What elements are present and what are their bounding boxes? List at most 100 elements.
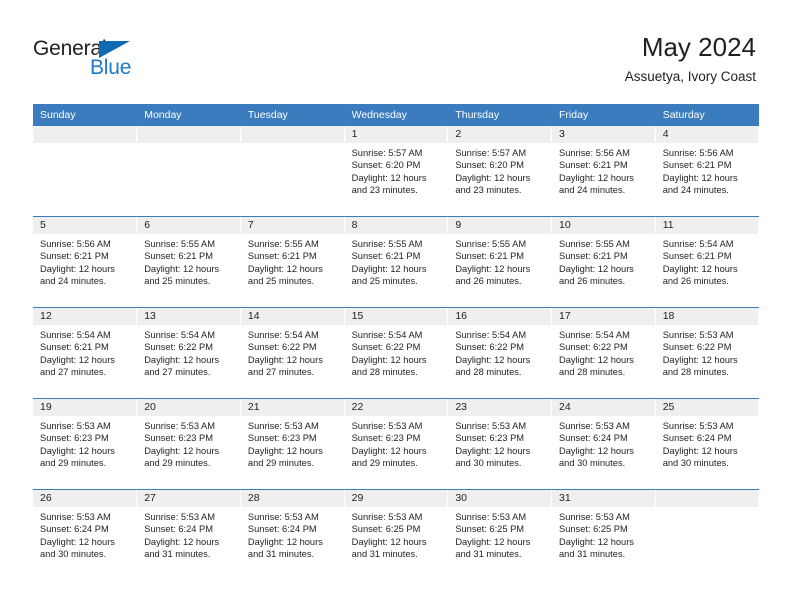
page-subtitle: Assuetya, Ivory Coast: [624, 69, 756, 84]
day-detail-line: Sunset: 6:21 PM: [247, 251, 317, 262]
day-number: 13: [137, 308, 240, 325]
calendar-day-cell-empty: [136, 126, 241, 217]
calendar-day-cell[interactable]: 30 Sunrise: 5:53 AM Sunset: 6:25 PM Dayligh…: [447, 489, 553, 580]
day-detail-line: Sunrise: 5:53 AM: [247, 421, 319, 431]
day-detail-line: Sunset: 6:24 PM: [662, 433, 732, 444]
day-detail-line: Sunrise: 5:53 AM: [40, 512, 111, 522]
weekday-header-saturday: Saturday: [655, 104, 760, 126]
calendar-day-cell[interactable]: 7 Sunrise: 5:55 AM Sunset: 6:21 PM Daylight…: [240, 216, 345, 308]
calendar-day-cell[interactable]: 6 Sunrise: 5:55 AM Sunset: 6:21 PM Daylight…: [136, 216, 241, 308]
day-detail-line: Sunrise: 5:53 AM: [455, 512, 527, 522]
calendar-day-cell[interactable]: 16 Sunrise: 5:54 AM Sunset: 6:22 PM Dayligh…: [447, 307, 553, 399]
day-detail-line: Daylight: 12 hours: [144, 536, 220, 547]
day-number: 22: [344, 399, 448, 416]
day-details: Sunrise: 5:53 AM Sunset: 6:25 PM Daylight:…: [552, 507, 655, 561]
calendar-header-row: Sunday Monday Tuesday Wednesday Thursday Frid…: [33, 104, 760, 126]
day-detail-line: Sunrise: 5:57 AM: [351, 148, 423, 158]
calendar-day-cell[interactable]: 13 Sunrise: 5:54 AM Sunset: 6:22 PM Dayligh…: [136, 307, 241, 399]
calendar-day-cell[interactable]: 8 Sunrise: 5:55 AM Sunset: 6:21 PM Daylight…: [344, 216, 449, 308]
calendar-day-cell[interactable]: 29 Sunrise: 5:53 AM Sunset: 6:25 PM Dayligh…: [344, 489, 449, 580]
day-detail-line: and 27 minutes.: [40, 367, 107, 378]
calendar-day-cell[interactable]: 21 Sunrise: 5:53 AM Sunset: 6:23 PM Dayligh…: [240, 398, 345, 490]
day-detail-line: and 27 minutes.: [144, 367, 211, 378]
day-number: [655, 490, 759, 507]
day-detail-line: Daylight: 12 hours: [662, 354, 738, 365]
weekday-header-monday: Monday: [136, 104, 241, 126]
day-detail-line: and 29 minutes.: [351, 458, 418, 469]
calendar-week-row: 12 Sunrise: 5:54 AM Sunset: 6:21 PM Dayligh…: [33, 307, 760, 399]
calendar-day-cell[interactable]: 12 Sunrise: 5:54 AM Sunset: 6:21 PM Dayligh…: [33, 307, 138, 399]
general-blue-logo[interactable]: General Blue: [33, 38, 233, 86]
day-number: 21: [240, 399, 344, 416]
day-number: 17: [552, 308, 655, 325]
day-details: Sunrise: 5:55 AM Sunset: 6:21 PM Daylight:…: [241, 234, 344, 288]
calendar-day-cell[interactable]: 23 Sunrise: 5:53 AM Sunset: 6:23 PM Dayligh…: [447, 398, 553, 490]
day-detail-line: Daylight: 12 hours: [455, 445, 531, 456]
day-number: 1: [344, 126, 448, 143]
calendar-day-cell[interactable]: 11 Sunrise: 5:54 AM Sunset: 6:21 PM Dayligh…: [655, 216, 760, 308]
calendar-day-cell[interactable]: 4 Sunrise: 5:56 AM Sunset: 6:21 PM Daylight…: [655, 126, 760, 217]
day-details: Sunrise: 5:54 AM Sunset: 6:22 PM Daylight:…: [345, 325, 448, 379]
calendar-day-cell[interactable]: 14 Sunrise: 5:54 AM Sunset: 6:22 PM Dayligh…: [240, 307, 345, 399]
day-details: Sunrise: 5:54 AM Sunset: 6:22 PM Daylight:…: [448, 325, 551, 379]
day-detail-line: and 26 minutes.: [455, 276, 522, 287]
day-detail-line: and 24 minutes.: [40, 276, 107, 287]
day-detail-line: Sunset: 6:24 PM: [559, 433, 628, 444]
calendar-day-cell[interactable]: 15 Sunrise: 5:54 AM Sunset: 6:22 PM Dayligh…: [344, 307, 449, 399]
calendar-day-cell[interactable]: 26 Sunrise: 5:53 AM Sunset: 6:24 PM Dayligh…: [33, 489, 138, 580]
day-details: [656, 507, 759, 511]
day-detail-line: Daylight: 12 hours: [662, 263, 738, 274]
day-number: 6: [137, 217, 240, 234]
day-detail-line: and 31 minutes.: [144, 549, 211, 560]
calendar-day-cell[interactable]: 17 Sunrise: 5:54 AM Sunset: 6:22 PM Dayligh…: [551, 307, 656, 399]
calendar-week-row: 19 Sunrise: 5:53 AM Sunset: 6:23 PM Dayligh…: [33, 398, 760, 490]
calendar-day-cell[interactable]: 24 Sunrise: 5:53 AM Sunset: 6:24 PM Dayligh…: [551, 398, 656, 490]
day-detail-line: Sunset: 6:21 PM: [559, 160, 628, 171]
day-details: Sunrise: 5:55 AM Sunset: 6:21 PM Daylight:…: [552, 234, 655, 288]
day-details: Sunrise: 5:54 AM Sunset: 6:22 PM Daylight:…: [137, 325, 240, 379]
calendar-day-cell[interactable]: 22 Sunrise: 5:53 AM Sunset: 6:23 PM Dayligh…: [344, 398, 449, 490]
calendar-day-cell[interactable]: 9 Sunrise: 5:55 AM Sunset: 6:21 PM Daylight…: [447, 216, 553, 308]
day-detail-line: and 31 minutes.: [247, 549, 315, 560]
day-number: [33, 126, 137, 143]
day-detail-line: and 31 minutes.: [455, 549, 522, 560]
day-detail-line: Sunset: 6:25 PM: [455, 524, 525, 535]
calendar-day-cell[interactable]: 20 Sunrise: 5:53 AM Sunset: 6:23 PM Dayligh…: [136, 398, 241, 490]
calendar-day-cell[interactable]: 25 Sunrise: 5:53 AM Sunset: 6:24 PM Dayligh…: [655, 398, 760, 490]
calendar-day-cell[interactable]: 10 Sunrise: 5:55 AM Sunset: 6:21 PM Dayligh…: [551, 216, 656, 308]
day-detail-line: Daylight: 12 hours: [144, 263, 220, 274]
calendar-day-cell[interactable]: 28 Sunrise: 5:53 AM Sunset: 6:24 PM Dayligh…: [240, 489, 345, 580]
calendar-day-cell[interactable]: 31 Sunrise: 5:53 AM Sunset: 6:25 PM Dayligh…: [551, 489, 656, 580]
calendar-day-cell[interactable]: 2 Sunrise: 5:57 AM Sunset: 6:20 PM Daylight…: [447, 126, 553, 217]
day-detail-line: Daylight: 12 hours: [40, 445, 115, 456]
calendar-day-cell[interactable]: 19 Sunrise: 5:53 AM Sunset: 6:23 PM Dayligh…: [33, 398, 138, 490]
day-detail-line: Sunrise: 5:54 AM: [662, 239, 734, 249]
day-details: Sunrise: 5:54 AM Sunset: 6:22 PM Daylight:…: [552, 325, 655, 379]
calendar-day-cell[interactable]: 27 Sunrise: 5:53 AM Sunset: 6:24 PM Dayligh…: [136, 489, 241, 580]
day-details: Sunrise: 5:53 AM Sunset: 6:25 PM Daylight:…: [345, 507, 448, 561]
day-number: 9: [448, 217, 552, 234]
day-detail-line: Daylight: 12 hours: [351, 354, 427, 365]
day-detail-line: Sunrise: 5:53 AM: [559, 512, 630, 522]
day-detail-line: Sunrise: 5:56 AM: [662, 148, 734, 158]
day-detail-line: and 29 minutes.: [40, 458, 107, 469]
day-detail-line: Daylight: 12 hours: [662, 172, 738, 183]
calendar-day-cell[interactable]: 18 Sunrise: 5:53 AM Sunset: 6:22 PM Dayligh…: [655, 307, 760, 399]
day-detail-line: and 28 minutes.: [662, 367, 729, 378]
day-detail-line: Sunset: 6:25 PM: [351, 524, 421, 535]
day-detail-line: Sunset: 6:23 PM: [247, 433, 317, 444]
day-detail-line: Daylight: 12 hours: [144, 445, 220, 456]
day-detail-line: Sunrise: 5:54 AM: [144, 330, 216, 340]
day-detail-line: Daylight: 12 hours: [247, 263, 323, 274]
day-number: 18: [655, 308, 759, 325]
calendar-day-cell[interactable]: 1 Sunrise: 5:57 AM Sunset: 6:20 PM Daylight…: [344, 126, 449, 217]
logo-text-blue: Blue: [90, 56, 132, 79]
day-detail-line: Sunset: 6:24 PM: [144, 524, 213, 535]
day-detail-line: and 24 minutes.: [662, 185, 729, 196]
calendar-day-cell[interactable]: 3 Sunrise: 5:56 AM Sunset: 6:21 PM Daylight…: [551, 126, 656, 217]
day-detail-line: Daylight: 12 hours: [247, 536, 323, 547]
page-header: General Blue May 2024 Assuetya, Ivory Co…: [0, 0, 792, 104]
day-detail-line: and 30 minutes.: [559, 458, 626, 469]
day-number: 23: [448, 399, 552, 416]
calendar-day-cell[interactable]: 5 Sunrise: 5:56 AM Sunset: 6:21 PM Daylight…: [33, 216, 138, 308]
